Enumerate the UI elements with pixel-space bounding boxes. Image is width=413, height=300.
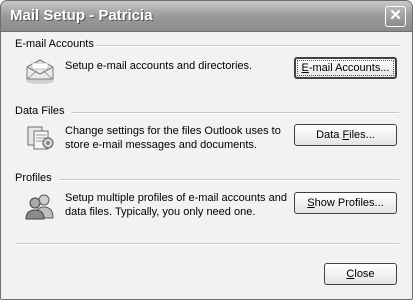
mail-setup-dialog: Mail Setup - Patricia ✕ E-mail Accounts … <box>0 0 413 300</box>
close-icon: ✕ <box>389 7 402 24</box>
title-bar: Mail Setup - Patricia ✕ <box>1 1 412 32</box>
profiles-description-line-1: Setup multiple profiles of e-mail accoun… <box>65 192 287 204</box>
show-profiles-button-label: how Profiles... <box>314 197 384 209</box>
section-divider <box>96 45 399 47</box>
email-accounts-button[interactable]: E-mail Accounts... <box>294 57 397 79</box>
close-button[interactable]: Close <box>324 263 397 285</box>
section-title-profiles: Profiles <box>15 172 52 184</box>
data-files-button[interactable]: Data Files... <box>294 124 397 146</box>
section-divider <box>59 179 399 181</box>
close-button-label: lose <box>354 268 375 280</box>
email-envelope-icon <box>26 59 54 84</box>
window-close-button[interactable]: ✕ <box>385 6 406 27</box>
section-divider <box>71 112 399 114</box>
data-files-description-line-1: Change settings for the files Outlook us… <box>65 125 281 137</box>
email-accounts-button-accesskey: E <box>301 62 309 74</box>
section-title-data-files: Data Files <box>15 105 65 117</box>
profiles-description-line-2: data files. Typically, you only need one… <box>65 206 256 218</box>
data-files-button-label-pre: Data <box>316 129 343 141</box>
data-files-description-line-2: store e-mail messages and documents. <box>65 139 257 151</box>
show-profiles-button-accesskey: S <box>307 197 315 209</box>
show-profiles-button[interactable]: Show Profiles... <box>294 192 397 214</box>
profiles-icon <box>25 194 54 220</box>
section-title-email-accounts: E-mail Accounts <box>15 38 94 50</box>
footer-divider <box>15 243 399 245</box>
email-accounts-button-label: -mail Accounts... <box>308 62 390 74</box>
window-title: Mail Setup - Patricia <box>10 7 153 24</box>
dialog-body: E-mail Accounts Setup e-mail accounts an… <box>4 32 409 297</box>
data-files-icon <box>27 126 54 150</box>
data-files-button-label: iles... <box>349 129 375 141</box>
email-accounts-description: Setup e-mail accounts and directories. <box>65 60 253 72</box>
